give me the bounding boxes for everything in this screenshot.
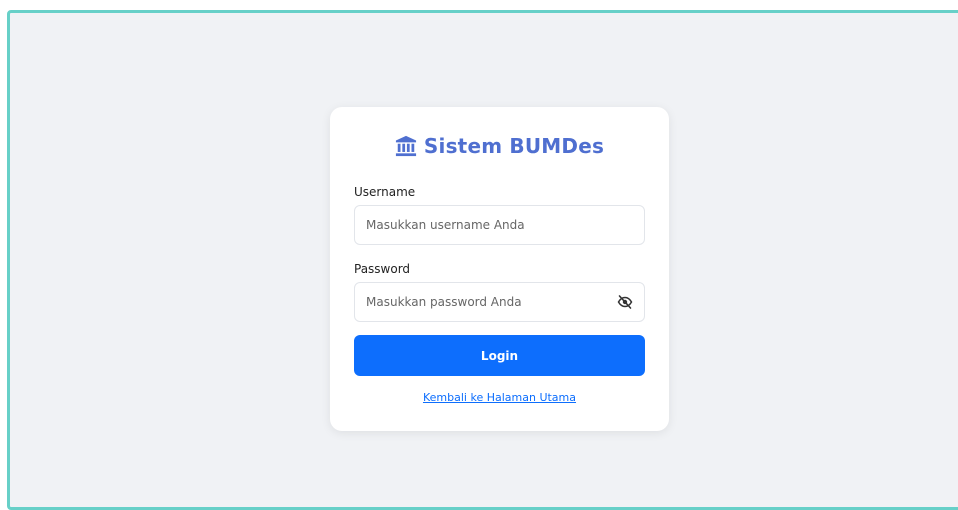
page-frame: Sistem BUMDes Username Password Login Ke… [7, 10, 958, 510]
login-title-text: Sistem BUMDes [423, 134, 605, 158]
back-link-container: Kembali ke Halaman Utama [330, 391, 669, 404]
password-input[interactable] [355, 283, 617, 321]
username-input[interactable] [355, 206, 617, 244]
password-label: Password [354, 262, 411, 276]
bank-icon [395, 135, 417, 157]
eye-slash-icon[interactable] [617, 294, 633, 310]
username-label: Username [354, 185, 416, 199]
back-to-home-link[interactable]: Kembali ke Halaman Utama [423, 391, 576, 404]
password-field-wrapper [354, 282, 645, 322]
login-button[interactable]: Login [354, 335, 645, 376]
login-title: Sistem BUMDes [330, 134, 669, 158]
login-card: Sistem BUMDes Username Password Login Ke… [330, 107, 669, 431]
username-field-wrapper [354, 205, 645, 245]
